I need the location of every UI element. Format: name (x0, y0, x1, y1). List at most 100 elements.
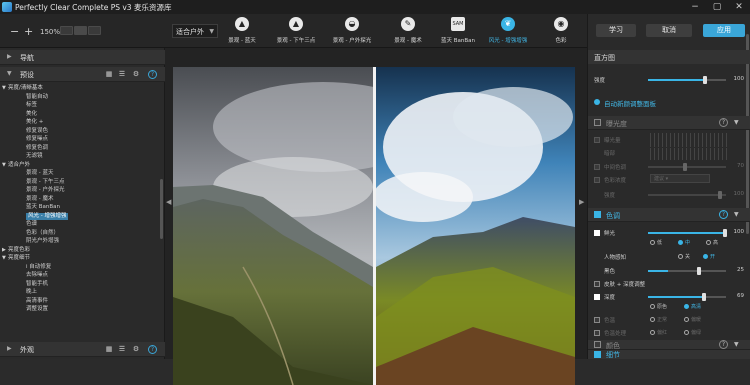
list-view-icon[interactable]: ☰ (117, 70, 127, 79)
close-button[interactable]: ✕ (728, 0, 750, 14)
before-after-preview[interactable] (173, 67, 575, 385)
preset-item[interactable]: 蓝天 BanBan (26, 204, 60, 211)
collapse-right-icon[interactable]: ▶ (579, 198, 584, 206)
preset-scenery-enhance[interactable]: ❦ 风光 - 增强增强 (486, 16, 530, 46)
expand-arrow-icon[interactable]: ▶ (2, 247, 6, 254)
cancel-button[interactable]: 取消 (646, 24, 692, 37)
apply-button[interactable]: 应用 (703, 24, 745, 37)
view-single-icon[interactable] (60, 26, 73, 35)
help-icon[interactable]: ? (148, 70, 157, 79)
preset-item[interactable]: 美化 + (26, 119, 43, 126)
color-extra-section-header[interactable]: 颜色 ? ▼ (588, 340, 750, 350)
skin-off-radio[interactable] (678, 254, 683, 259)
preset-item[interactable]: 晚上 (26, 289, 37, 296)
preset-item[interactable]: 景观 - 魔术 (26, 196, 53, 203)
preset-item[interactable]: 标签 (26, 102, 37, 109)
list-view-icon[interactable]: ☰ (117, 345, 127, 354)
preset-item[interactable]: 风光 - 增强增强 (26, 212, 69, 220)
preset-color[interactable]: ◉ 色彩 (548, 16, 574, 46)
preset-item[interactable]: 景观 - 蓝天 (26, 170, 53, 177)
preset-group[interactable]: 亮度/清晰基本 (8, 85, 43, 92)
collapse-left-icon[interactable]: ◀ (166, 198, 171, 206)
preset-landscape-bluesky[interactable]: ▲ 景观 - 蓝天 (220, 16, 264, 46)
zoom-out-button[interactable]: − (10, 25, 19, 38)
preset-item[interactable]: 景观 - 户外探光 (26, 187, 64, 194)
slider-knob[interactable] (701, 293, 706, 301)
preset-item[interactable]: 去除噪点 (26, 272, 48, 279)
presets-header[interactable]: ▼ 预设 ▦ ☰ ⚙ ? (0, 67, 165, 82)
preset-item[interactable]: 美化 (26, 111, 37, 118)
vibrance-low-radio[interactable] (650, 240, 655, 245)
preset-group[interactable]: 亮度色彩 (8, 247, 30, 254)
exposure-checkbox[interactable] (594, 119, 601, 126)
midtone-checkbox[interactable] (594, 164, 600, 170)
slider-knob[interactable] (683, 163, 688, 171)
help-icon[interactable]: ? (719, 118, 728, 127)
image-canvas[interactable]: ◀ ▶ (165, 48, 587, 385)
learn-button[interactable]: 学习 (596, 24, 636, 37)
maximize-button[interactable]: ▢ (706, 0, 728, 14)
preset-item[interactable]: 修复噪点 (26, 136, 48, 143)
preset-group[interactable]: 适合户外 (8, 162, 30, 169)
vibrance-mid-radio[interactable] (678, 240, 683, 245)
preset-item[interactable]: 无滤镜 (26, 153, 43, 160)
view-split-icon[interactable] (74, 26, 87, 35)
exposure-section-header[interactable]: 曝光度 ? ▼ (588, 116, 750, 130)
strength-slider[interactable] (648, 76, 726, 84)
chroma-checkbox[interactable] (594, 330, 600, 336)
temp-checkbox[interactable] (594, 317, 600, 323)
color-intensity-select[interactable]: 建议 ▾ (650, 174, 710, 183)
preset-item[interactable]: 色彩（自然） (26, 230, 59, 237)
preset-landscape-magic[interactable]: ✎ 景观 - 魔术 (386, 16, 430, 46)
minimize-button[interactable]: − (684, 0, 706, 14)
chroma-green-radio[interactable] (684, 330, 689, 335)
color-intensity-checkbox[interactable] (594, 177, 600, 183)
preset-dropdown[interactable]: 适合户外 ▼ (172, 24, 218, 38)
zoom-in-button[interactable]: + (24, 25, 33, 38)
ss-original-radio[interactable] (650, 304, 655, 309)
slider-knob[interactable] (702, 76, 707, 84)
slider-knob[interactable] (697, 267, 702, 275)
tree-scrollbar[interactable] (160, 179, 163, 239)
preset-item[interactable]: 阴光户外增强 (26, 238, 59, 245)
preset-item[interactable]: 修复色调 (26, 145, 48, 152)
exposure-strength-slider[interactable] (648, 191, 726, 199)
chroma-red-radio[interactable] (650, 330, 655, 335)
help-icon[interactable]: ? (719, 210, 728, 219)
preset-bluesky-banban[interactable]: SAM 蓝天 BanBan (436, 16, 480, 46)
depth-checkbox[interactable] (594, 294, 600, 300)
ss-hd-radio[interactable] (684, 304, 689, 309)
vibrance-high-radio[interactable] (706, 240, 711, 245)
expand-arrow-icon[interactable]: ▼ (2, 85, 6, 92)
split-divider-handle[interactable] (373, 67, 376, 385)
vibrance-slider[interactable] (648, 229, 727, 237)
grid-view-icon[interactable]: ▦ (104, 70, 114, 79)
detail-checkbox[interactable] (594, 351, 601, 358)
exposure-checkbox-1[interactable] (594, 137, 600, 143)
preset-item[interactable]: 高清事件 (26, 298, 48, 305)
auto-panel-link[interactable]: 自动新颜调整面板 (604, 98, 656, 108)
right-scrollbar[interactable] (746, 34, 749, 234)
vibrance-checkbox[interactable] (594, 230, 600, 236)
external-header[interactable]: ▶ 外观 ▦ ☰ ⚙ ? (0, 342, 165, 357)
temp-normal-radio[interactable] (650, 317, 655, 322)
preset-item[interactable]: 智能手机 (26, 281, 48, 288)
gear-icon[interactable]: ⚙ (131, 70, 141, 79)
preset-item[interactable]: 修复误色 (26, 128, 48, 135)
preset-landscape-outdoor[interactable]: ◒ 景观 - 户外探光 (330, 16, 374, 46)
preset-item[interactable]: 智能自动 (26, 94, 48, 101)
help-icon[interactable]: ? (148, 345, 157, 354)
detail-section-header[interactable]: 细节 (588, 350, 750, 359)
midtone-slider[interactable] (648, 163, 726, 171)
black-slider[interactable] (648, 267, 726, 275)
grid-view-icon[interactable]: ▦ (104, 345, 114, 354)
color-section-header[interactable]: 色调 ? ▼ (588, 208, 750, 222)
expand-arrow-icon[interactable]: ▼ (2, 162, 6, 169)
histogram-header[interactable]: 直方图 (588, 50, 750, 64)
preset-group[interactable]: 亮度细节 (8, 255, 30, 262)
color-checkbox[interactable] (594, 211, 601, 218)
navigator-header[interactable]: ▶ 导航 (0, 50, 165, 65)
preset-landscape-afternoon[interactable]: ▲ 景观 - 下午三点 (274, 16, 318, 46)
gear-icon[interactable]: ⚙ (131, 345, 141, 354)
preset-item[interactable]: 调整设置 (26, 306, 48, 313)
